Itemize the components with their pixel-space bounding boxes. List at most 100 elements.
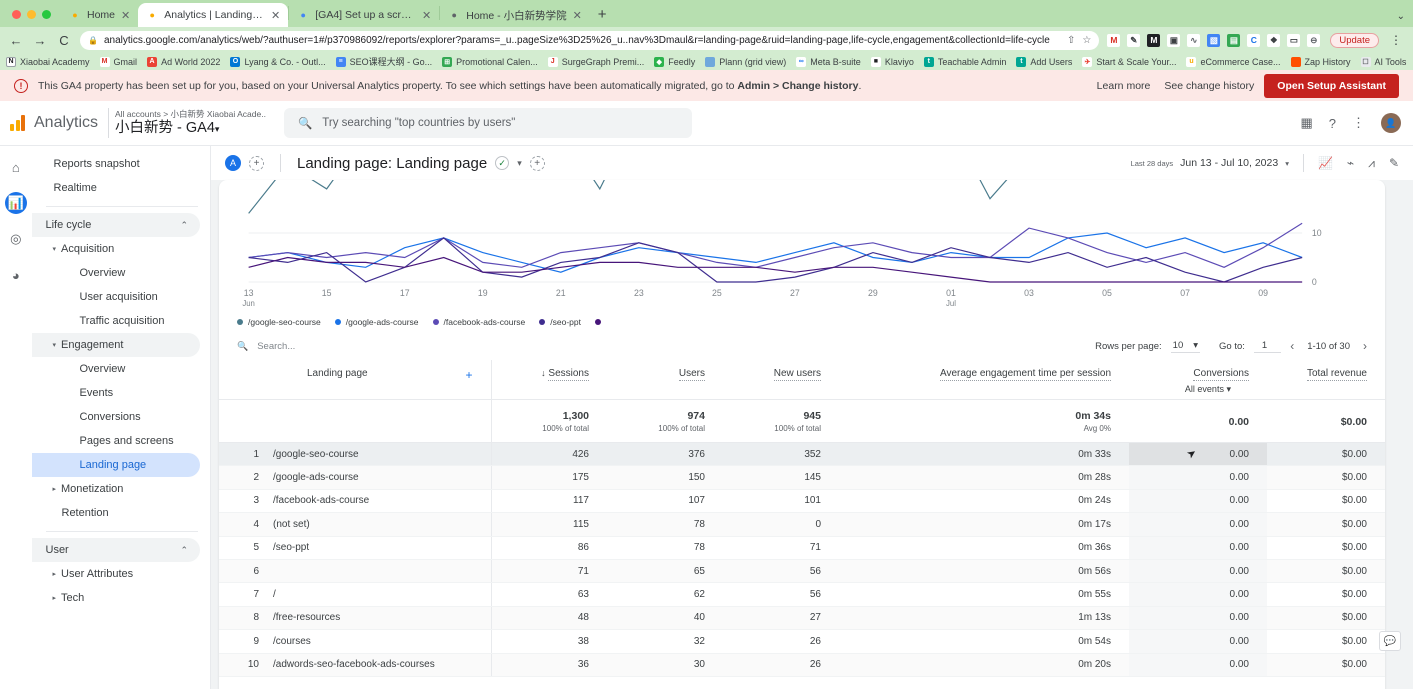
reports-icon[interactable]: 📊 — [5, 192, 27, 214]
bookmark-item[interactable]: tTeachable Admin — [924, 57, 1007, 67]
sidebar-item-user-attributes[interactable]: ▸User Attributes — [32, 562, 201, 586]
bookmark-item[interactable]: ≡SEO课程大纲 - Go... — [336, 55, 433, 68]
row-landing-page[interactable] — [259, 559, 491, 582]
expand-arrow-icon[interactable]: ▾ — [53, 245, 57, 253]
notice-bold-link[interactable]: Admin > Change history — [737, 80, 858, 92]
sidebar-item-acquisition[interactable]: ▾Acquisition — [32, 237, 201, 261]
home-icon[interactable]: ⌂ — [5, 156, 27, 178]
table-row[interactable]: 7/6362560m 55s0.00$0.00 — [219, 583, 1385, 606]
bookmark-item[interactable]: NXiaobai Academy — [6, 57, 90, 67]
avatar[interactable]: 👤 — [1381, 113, 1401, 133]
title-caret-icon[interactable]: ▾ — [517, 158, 522, 169]
bookmark-item[interactable]: ∞Meta B-suite — [796, 57, 861, 67]
bookmark-item[interactable]: Zap History — [1291, 57, 1351, 67]
more-vert-icon[interactable]: ⋮ — [1352, 115, 1365, 131]
share-icon[interactable]: ⌁ — [1347, 156, 1354, 170]
sidebar-item-engagement[interactable]: ▾Engagement — [32, 333, 201, 357]
table-row[interactable]: 1/google-seo-course4263763520m 33s0.00➤$… — [219, 443, 1385, 466]
sidebar-item-retention[interactable]: Retention — [32, 501, 201, 525]
browser-tab[interactable]: ●[GA4] Set up a scroll conversio✕ — [289, 3, 439, 27]
row-landing-page[interactable]: /seo-ppt — [259, 536, 491, 559]
bookmark-item[interactable]: ◆Feedly — [654, 57, 695, 67]
table-header-sessions[interactable]: ↓ Sessions — [491, 360, 607, 400]
row-landing-page[interactable]: /courses — [259, 630, 491, 653]
close-tab-icon[interactable]: ✕ — [422, 9, 431, 22]
star-icon[interactable]: ☆ — [1082, 35, 1091, 46]
bookmark-item[interactable]: ⊞Promotional Calen... — [442, 57, 538, 67]
screenshot-extension[interactable]: ▣ — [1167, 34, 1180, 47]
legend-item[interactable]: /google-ads-course — [335, 317, 419, 327]
metricool-extension[interactable]: M — [1147, 34, 1160, 47]
edit-icon[interactable]: ✎ — [1389, 156, 1399, 170]
table-row[interactable]: 5/seo-ppt8678710m 36s0.00$0.00 — [219, 536, 1385, 559]
table-header-new-users[interactable]: New users — [723, 360, 839, 400]
tab-list-chevron-icon[interactable]: ⌄ — [1397, 11, 1405, 22]
learn-more-link[interactable]: Learn more — [1097, 80, 1151, 92]
date-range-picker[interactable]: Last 28 days Jun 13 - Jul 10, 2023 ▾ — [1131, 157, 1289, 169]
see-change-history-link[interactable]: See change history — [1164, 80, 1254, 92]
sidebar-item-overview[interactable]: Overview — [32, 357, 201, 381]
sidebar-item-monetization[interactable]: ▸Monetization — [32, 477, 201, 501]
bookmark-item[interactable]: ✈Start & Scale Your... — [1082, 57, 1176, 67]
sidebar-item-conversions[interactable]: Conversions — [32, 405, 201, 429]
conversions-event-select[interactable]: All events ▾ — [1129, 384, 1249, 395]
table-row[interactable]: 10/adwords-seo-facebook-ads-courses36302… — [219, 653, 1385, 676]
loom-extension[interactable]: C — [1247, 34, 1260, 47]
bookmark-item[interactable]: JSurgeGraph Premi... — [548, 57, 645, 67]
check-circle-icon[interactable]: ✓ — [495, 156, 509, 170]
table-header-total-revenue[interactable]: Total revenue — [1267, 360, 1385, 400]
row-landing-page[interactable]: /facebook-ads-course — [259, 489, 491, 512]
sidebar-item-pages-and-screens[interactable]: Pages and screens — [32, 429, 201, 453]
bookmark-item[interactable]: ■Klaviyo — [871, 57, 914, 67]
sidebar-item-tech[interactable]: ▸Tech — [32, 586, 201, 610]
table-header-conversions[interactable]: Conversions All events ▾ — [1129, 360, 1267, 400]
browser-tab[interactable]: ●Home✕ — [61, 3, 138, 27]
property-selector[interactable]: All accounts > 小白新势 Xiaobai Acade.. 小白新势… — [108, 108, 266, 138]
new-tab-button[interactable]: + — [590, 6, 617, 27]
chevron-up-icon[interactable]: ⌃ — [180, 220, 188, 231]
sidebar-item-overview[interactable]: Overview — [32, 261, 201, 285]
legend-item[interactable]: /seo-ppt — [539, 317, 581, 327]
add-filter-icon[interactable]: + — [530, 156, 545, 171]
bookmark-item[interactable]: MGmail — [100, 57, 138, 67]
compare-icon[interactable]: ⩘ — [1368, 156, 1375, 171]
explore-icon[interactable]: ◎ — [5, 228, 27, 250]
row-landing-page[interactable]: /adwords-seo-facebook-ads-courses — [259, 653, 491, 676]
browser-tab[interactable]: ●Analytics | Landing page: Land✕ — [138, 3, 288, 27]
bookmark-item[interactable]: tAdd Users — [1016, 57, 1072, 67]
forward-button[interactable]: → — [32, 33, 48, 48]
table-header-landing-page[interactable]: Landing page + — [259, 360, 491, 400]
analytics-logo[interactable]: Analytics — [0, 114, 108, 132]
row-landing-page[interactable]: /google-seo-course — [259, 443, 491, 466]
sidebar-item-realtime[interactable]: Realtime — [32, 176, 201, 200]
advertising-icon[interactable]: ◕ — [5, 264, 27, 286]
goto-page-input[interactable]: 1 — [1254, 340, 1281, 353]
bookmark-item[interactable]: ueCommerce Case... — [1186, 57, 1280, 67]
table-row[interactable]: 4(not set)1157800m 17s0.00$0.00 — [219, 513, 1385, 536]
sheets-extension[interactable]: ▤ — [1227, 34, 1240, 47]
sidebar-item-events[interactable]: Events — [32, 381, 201, 405]
close-tab-icon[interactable]: ✕ — [271, 9, 280, 22]
table-row[interactable]: 9/courses3832260m 54s0.00$0.00 — [219, 630, 1385, 653]
legend-item[interactable] — [595, 319, 606, 325]
rows-per-page-select[interactable]: 10 ▾ — [1171, 340, 1200, 353]
address-bar[interactable]: 🔒 analytics.google.com/analytics/web/?au… — [80, 31, 1099, 50]
next-page-button[interactable]: › — [1363, 339, 1367, 353]
minimize-window-button[interactable] — [27, 10, 36, 19]
grammar-extension[interactable]: ∿ — [1187, 34, 1200, 47]
sidebar-item-user-acquisition[interactable]: User acquisition — [32, 285, 201, 309]
maximize-window-button[interactable] — [42, 10, 51, 19]
reload-button[interactable]: C — [56, 33, 72, 48]
row-landing-page[interactable]: /free-resources — [259, 606, 491, 629]
apps-grid-icon[interactable]: ▦ — [1300, 115, 1312, 131]
row-landing-page[interactable]: / — [259, 583, 491, 606]
share-icon[interactable]: ⇧ — [1067, 35, 1075, 46]
table-header-users[interactable]: Users — [607, 360, 723, 400]
global-search-input[interactable]: 🔍 Try searching "top countries by users" — [284, 108, 692, 138]
puzzle-extension[interactable]: ❖ — [1267, 34, 1280, 47]
update-button[interactable]: Update — [1330, 33, 1379, 48]
expand-arrow-icon[interactable]: ▸ — [53, 570, 57, 578]
sidebar-item-reports-snapshot[interactable]: Reports snapshot — [32, 152, 201, 176]
table-row[interactable]: 8/free-resources4840271m 13s0.00$0.00 — [219, 606, 1385, 629]
back-button[interactable]: ← — [8, 33, 24, 48]
